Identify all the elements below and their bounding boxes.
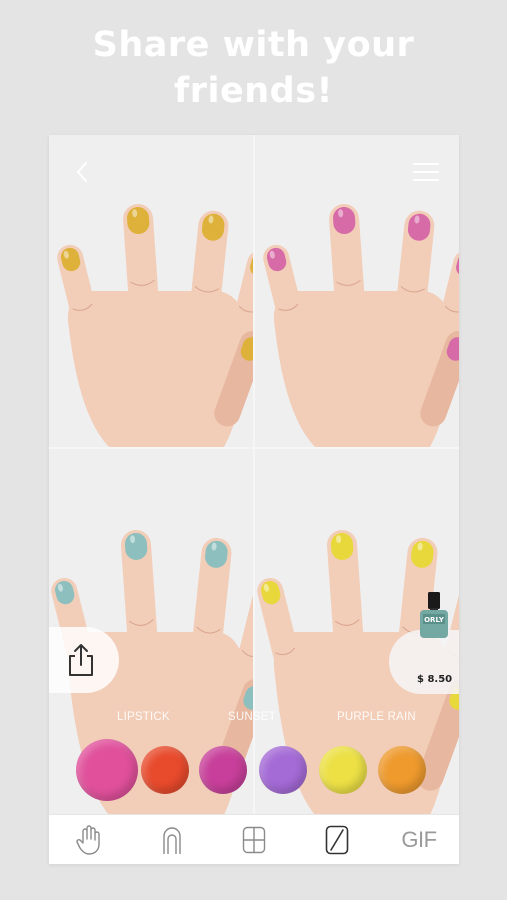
color-swatch-row [49,739,459,803]
hand-icon [76,825,100,855]
swatch-pink[interactable] [76,739,138,801]
product-price: $ 8.50 [417,674,453,685]
headline-line-1: Share with your [92,25,415,65]
grid-icon [242,826,266,854]
menu-button[interactable] [411,157,441,187]
product-card[interactable]: ORLY $ 8.50 [389,592,459,694]
promo-headline: Share with your friends! [0,22,507,114]
nail-polish-bottle-icon: ORLY [420,592,448,638]
swatch-red-orange[interactable] [141,746,189,794]
tab-nail-shape[interactable] [142,815,202,864]
gif-label: GIF [401,827,437,852]
tab-grid[interactable] [224,815,284,864]
share-icon [69,644,93,676]
product-brand-label: ORLY [424,616,445,624]
app-screen: ORLY $ 8.50 LIPSTICK SUNSET PURPLE RAIN [49,135,459,864]
swatch-lavender[interactable] [259,746,307,794]
swatch-collection-labels: LIPSTICK SUNSET PURPLE RAIN [49,711,459,727]
bottom-toolbar: GIF [49,814,459,864]
back-button[interactable] [67,157,97,187]
tab-compare[interactable] [307,815,367,864]
swatch-yellow[interactable] [319,746,367,794]
headline-line-2: friends! [174,71,333,111]
share-button[interactable] [49,627,119,693]
swatch-magenta[interactable] [199,746,247,794]
hamburger-menu-icon [413,163,439,181]
nail-shape-icon [163,827,181,854]
compare-icon [325,825,349,855]
tab-hand[interactable] [59,815,119,864]
chevron-left-icon [77,162,87,182]
label-purple-rain: PURPLE RAIN [337,711,416,723]
label-sunset: SUNSET [228,711,276,723]
swatch-orange[interactable] [378,746,426,794]
tab-gif[interactable]: GIF [389,815,449,864]
label-lipstick: LIPSTICK [117,711,170,723]
